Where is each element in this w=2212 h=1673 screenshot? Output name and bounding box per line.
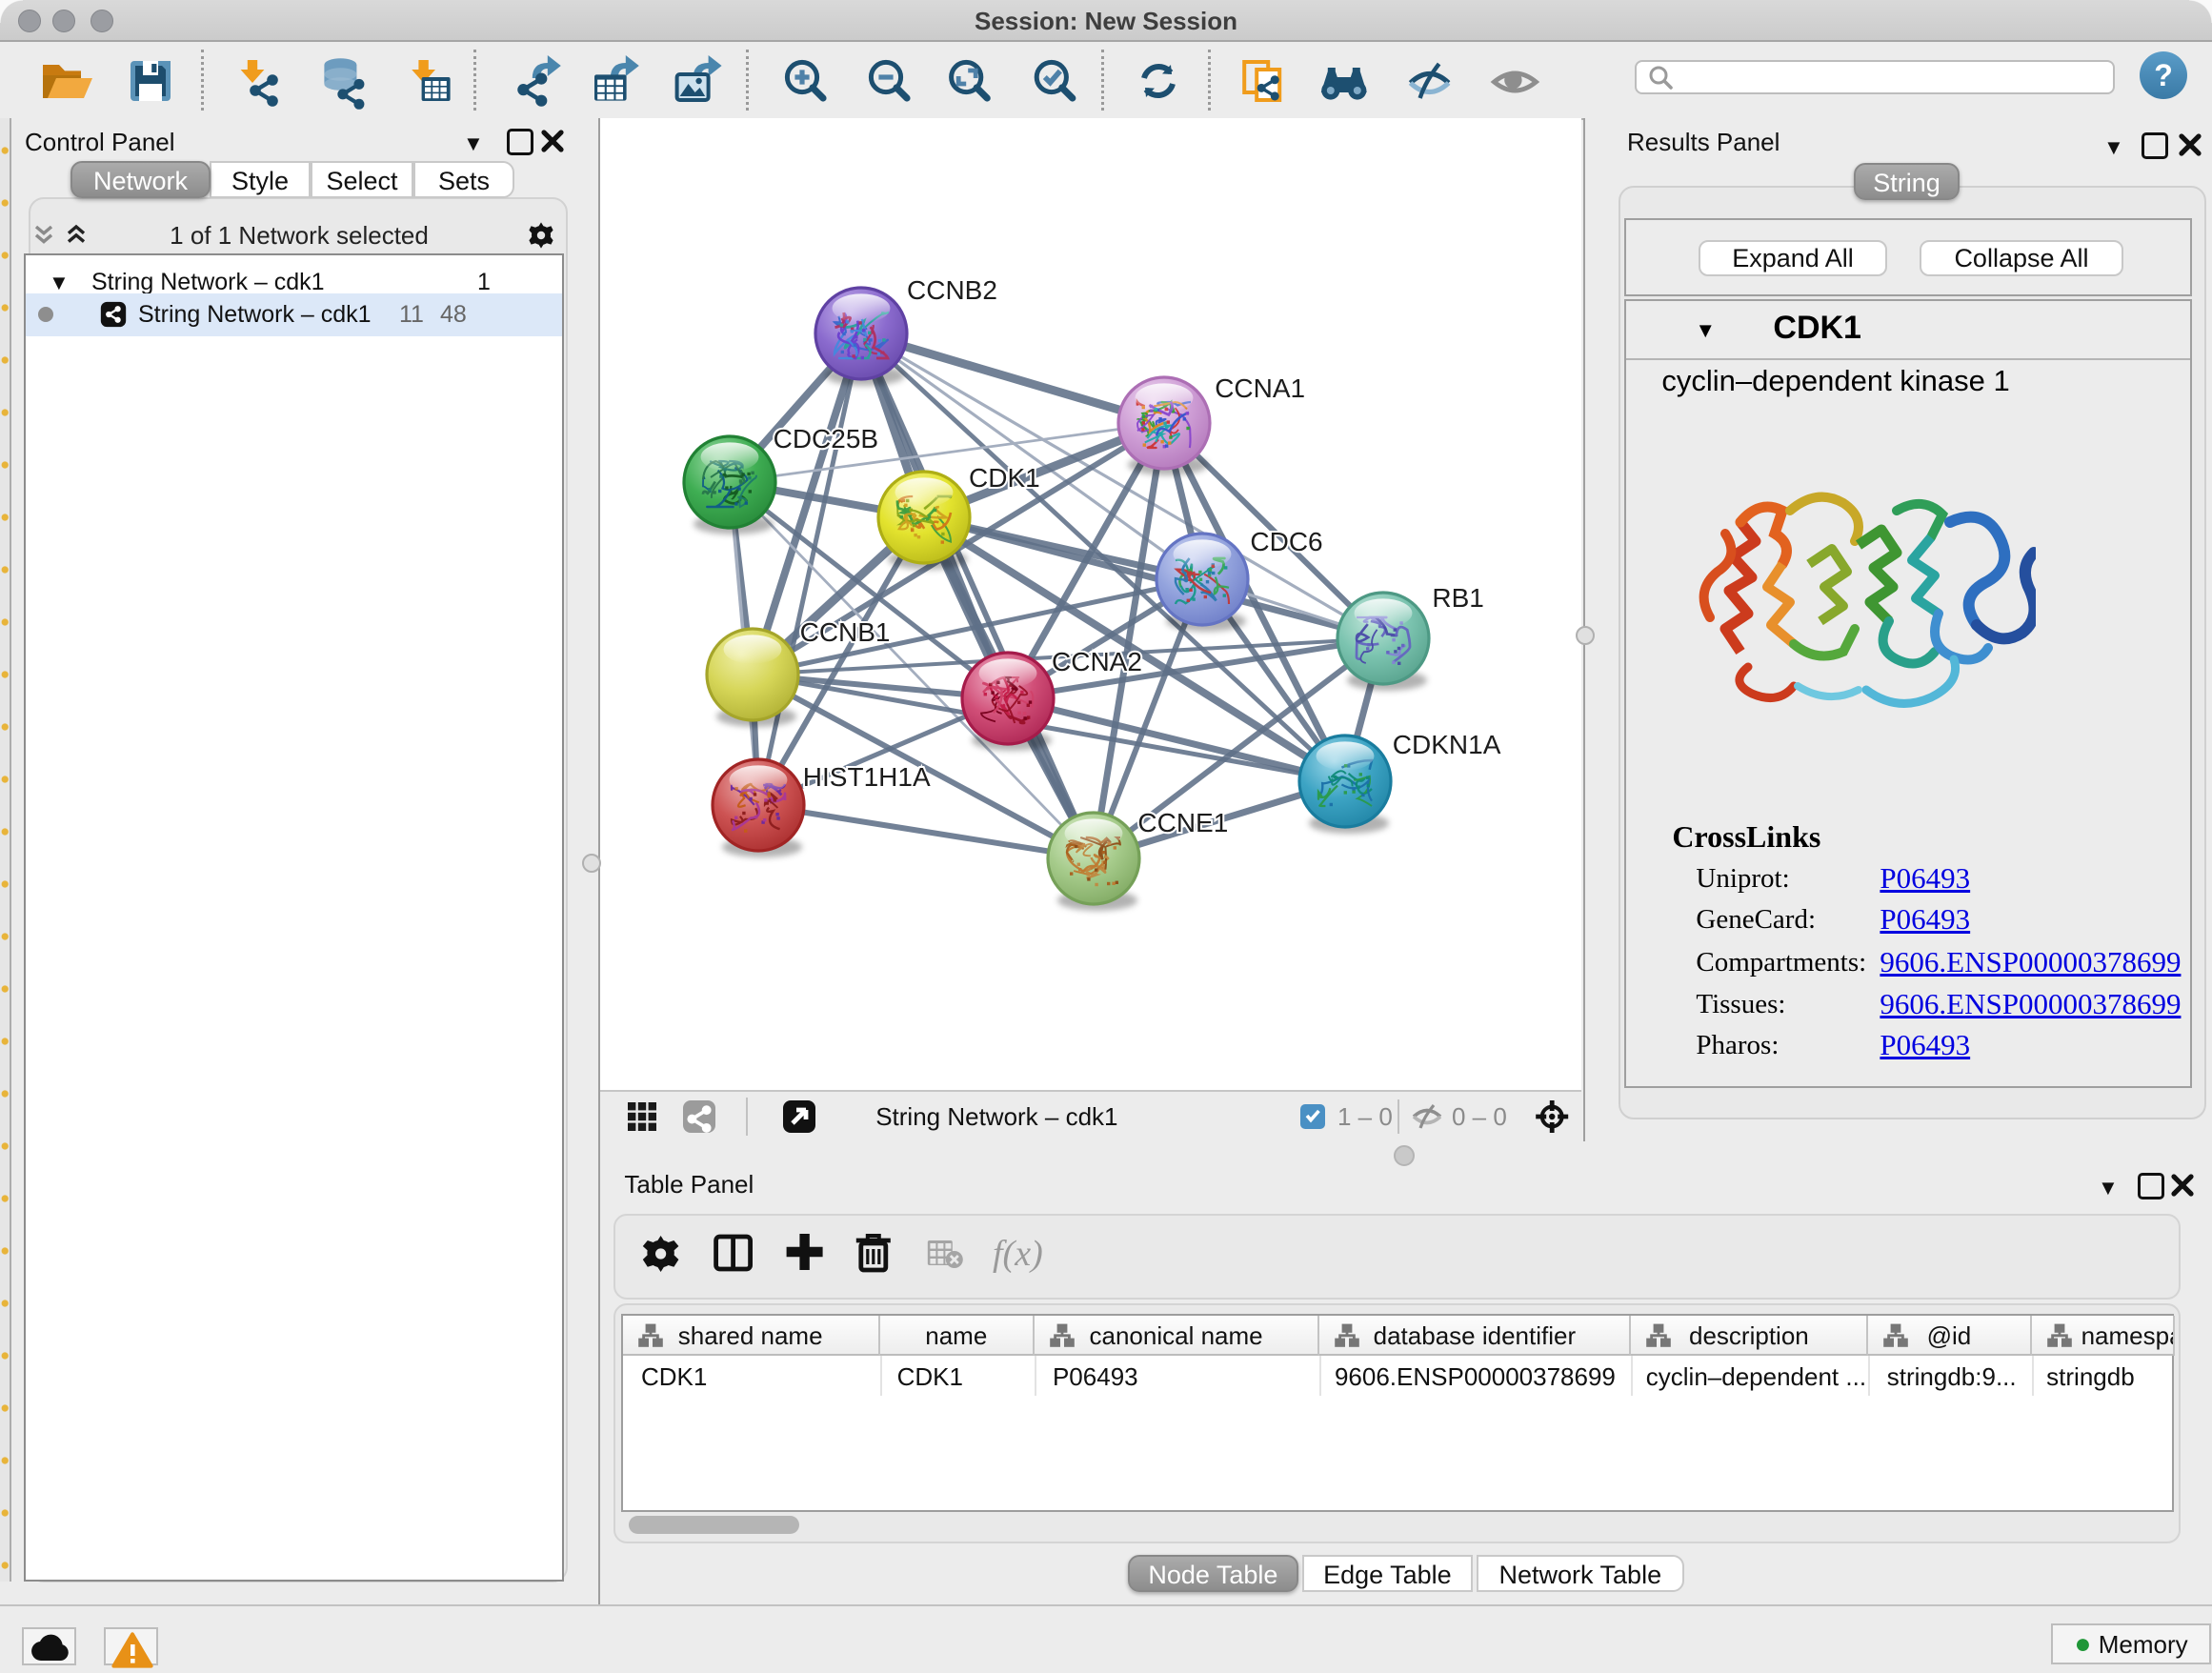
svg-text:1 – 0: 1 – 0 [1337, 1102, 1393, 1131]
svg-text:CCNA1: CCNA1 [1215, 373, 1305, 403]
svg-text:CCNE1: CCNE1 [1137, 808, 1228, 837]
svg-text:RB1: RB1 [1432, 583, 1483, 613]
svg-text:CDKN1A: CDKN1A [1393, 730, 1501, 759]
svg-text:HIST1H1A: HIST1H1A [803, 762, 931, 792]
svg-text:CCNB2: CCNB2 [907, 275, 997, 305]
svg-text:CCNB1: CCNB1 [800, 617, 891, 647]
svg-text:CDK1: CDK1 [969, 463, 1040, 493]
svg-text:CDC6: CDC6 [1250, 527, 1322, 556]
svg-text:CDC25B: CDC25B [774, 424, 878, 454]
svg-text:0 – 0: 0 – 0 [1452, 1102, 1507, 1131]
svg-text:CCNA2: CCNA2 [1052, 647, 1142, 676]
svg-text:f(x): f(x) [993, 1234, 1043, 1274]
svg-text:String Network – cdk1: String Network – cdk1 [875, 1102, 1117, 1131]
